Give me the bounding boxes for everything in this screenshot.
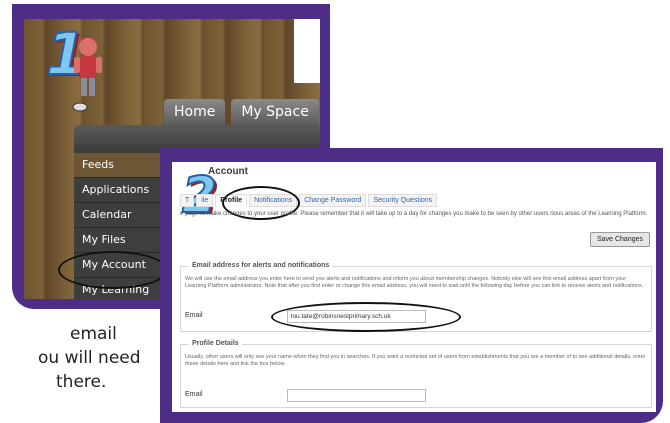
panel-step-2: 2 Account T ile Profile Notifications Ch… (160, 148, 663, 423)
profile-email-label: Email (185, 391, 203, 398)
caption-line-2: ou will need (38, 348, 141, 368)
profile-section-text: Usually, other users will only see your … (185, 354, 646, 367)
email-section-legend: Email address for alerts and notificatio… (189, 262, 333, 269)
profile-email-field[interactable] (287, 389, 426, 402)
screenshot-2: 2 Account T ile Profile Notifications Ch… (172, 162, 656, 412)
tab-ile[interactable]: ile (196, 194, 214, 207)
email-section-text: We will use the email address you enter … (185, 276, 644, 289)
highlight-my-account (58, 251, 168, 289)
menu-item-my-files[interactable]: My Files (74, 228, 170, 253)
tab-t[interactable]: T (180, 194, 195, 207)
instruction-text: email ou will need there. (38, 322, 178, 394)
menu-item-feeds[interactable]: Feeds (74, 153, 170, 178)
save-changes-button[interactable]: Save Changes (590, 232, 650, 247)
profile-section: Profile Details Usually, other users wil… (180, 340, 652, 408)
email-label: Email (185, 312, 203, 319)
tab-my-space[interactable]: My Space (231, 99, 319, 125)
white-area (294, 19, 320, 83)
intro-text: e page to make changes to your user prof… (180, 211, 648, 217)
tab-home[interactable]: Home (164, 99, 226, 125)
page-title: Account (208, 166, 248, 177)
top-tabs: Home My Space (164, 99, 319, 125)
profile-section-legend: Profile Details (189, 340, 242, 347)
tab-change-password[interactable]: Change Password (299, 194, 367, 207)
tab-security-questions[interactable]: Security Questions (368, 194, 438, 207)
caption-line-3: there. (56, 372, 107, 392)
highlight-email-field (271, 302, 461, 332)
email-section: Email address for alerts and notificatio… (180, 262, 652, 332)
menu-item-calendar[interactable]: Calendar (74, 203, 170, 228)
menu-item-applications[interactable]: Applications (74, 178, 170, 203)
avatar-icon (72, 37, 102, 112)
account-tabs: T ile Profile Notifications Change Passw… (180, 194, 438, 207)
caption-line-1: email (70, 324, 117, 344)
